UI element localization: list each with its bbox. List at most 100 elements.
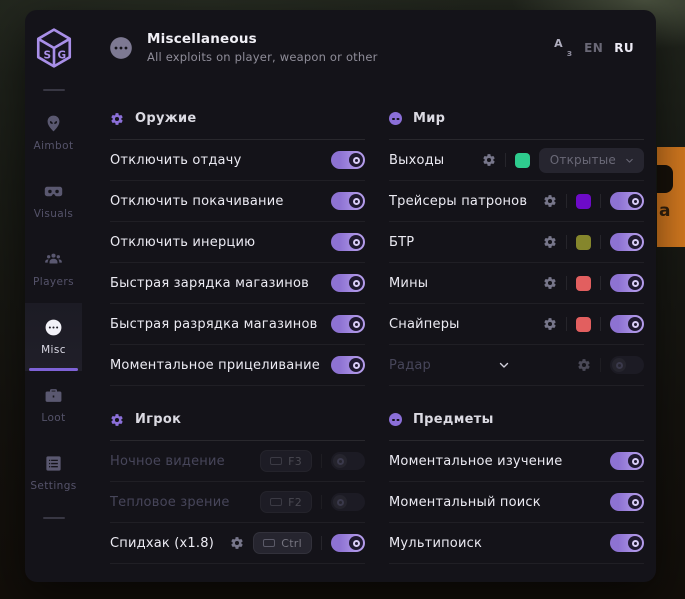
gear-icon[interactable] xyxy=(230,536,244,550)
toggle-knob xyxy=(628,495,642,509)
feature-label: Мины xyxy=(389,276,543,291)
color-swatch[interactable] xyxy=(576,276,591,291)
translate-icon xyxy=(554,39,573,57)
gear-icon xyxy=(110,112,124,126)
dropdown[interactable]: Открытые xyxy=(539,148,644,173)
toggle[interactable] xyxy=(610,493,644,511)
feature-row: Выходы Открытые xyxy=(389,140,644,181)
toggle[interactable] xyxy=(610,452,644,470)
divider xyxy=(566,235,567,249)
background-banner: a xyxy=(657,147,685,247)
toggle[interactable] xyxy=(331,452,365,470)
page-subtitle: All exploits on player, weapon or other xyxy=(147,50,378,64)
toggle-knob xyxy=(612,358,626,372)
toggle[interactable] xyxy=(331,356,365,374)
divider xyxy=(600,358,601,372)
divider xyxy=(600,194,601,208)
cheat-menu-panel: S G Miscellaneous All exploits on player… xyxy=(25,10,656,582)
feature-row: Отключить инерцию xyxy=(110,222,365,263)
gear-icon[interactable] xyxy=(482,153,496,167)
chevron-down-icon[interactable] xyxy=(497,358,511,372)
topbar: S G Miscellaneous All exploits on player… xyxy=(25,10,656,85)
toggle[interactable] xyxy=(331,151,365,169)
alien-icon xyxy=(44,114,63,133)
toggle[interactable] xyxy=(331,192,365,210)
toggle[interactable] xyxy=(610,534,644,552)
toggle[interactable] xyxy=(610,274,644,292)
feature-label: Моментальное прицеливание xyxy=(110,358,331,373)
sidebar-item-aimbot[interactable]: Aimbot xyxy=(25,99,82,167)
page-ellipsis-icon xyxy=(108,35,134,61)
feature-row: БТР xyxy=(389,222,644,263)
color-swatch[interactable] xyxy=(515,153,530,168)
toggle-knob xyxy=(628,454,642,468)
gear-icon[interactable] xyxy=(543,194,557,208)
sidebar-item-label: Players xyxy=(33,276,74,288)
sidebar-item-misc[interactable]: Misc xyxy=(25,303,82,371)
toggle[interactable] xyxy=(331,233,365,251)
section-items: Предметы Моментальное изучение Моменталь… xyxy=(389,412,644,564)
lang-ru-button[interactable]: RU xyxy=(614,41,634,55)
lang-en-button[interactable]: EN xyxy=(584,41,603,55)
feature-row: Моментальное прицеливание xyxy=(110,345,365,386)
briefcase-icon xyxy=(44,386,63,405)
keybind-badge[interactable]: Ctrl xyxy=(253,532,312,554)
color-swatch[interactable] xyxy=(576,317,591,332)
toggle[interactable] xyxy=(331,493,365,511)
feature-label: Спидхак (x1.8) xyxy=(110,536,230,551)
feature-label: Выходы xyxy=(389,153,482,168)
toggle[interactable] xyxy=(610,233,644,251)
feature-row: Трейсеры патронов xyxy=(389,181,644,222)
toggle-knob xyxy=(349,235,363,249)
toggle-knob xyxy=(628,235,642,249)
toggle[interactable] xyxy=(331,315,365,333)
gear-icon[interactable] xyxy=(543,235,557,249)
sidebar-item-players[interactable]: Players xyxy=(25,235,82,303)
sidebar-item-loot[interactable]: Loot xyxy=(25,371,82,439)
sidebar-item-settings[interactable]: Settings xyxy=(25,439,82,507)
keyboard-icon xyxy=(270,457,282,465)
toggle-knob xyxy=(349,276,363,290)
feature-row: Спидхак (x1.8) Ctrl xyxy=(110,523,365,564)
feature-row: Радар xyxy=(389,345,644,386)
toggle[interactable] xyxy=(331,274,365,292)
sidebar-divider xyxy=(43,517,65,519)
gear-icon[interactable] xyxy=(543,276,557,290)
toggle-knob xyxy=(333,495,347,509)
feature-label: БТР xyxy=(389,235,543,250)
banner-glyph xyxy=(657,165,673,193)
toggle[interactable] xyxy=(610,315,644,333)
feature-label: Мультипоиск xyxy=(389,536,610,551)
feature-label: Отключить инерцию xyxy=(110,235,331,250)
section-header: Игрок xyxy=(110,412,365,441)
screen: a S G Miscellaneous All exploits on play… xyxy=(0,0,685,599)
gear-icon[interactable] xyxy=(577,358,591,372)
sg-cube-logo-icon: S G xyxy=(33,26,75,70)
sidebar-divider xyxy=(43,89,65,91)
sidebar-item-label: Aimbot xyxy=(34,140,74,152)
sidebar-item-visuals[interactable]: Visuals xyxy=(25,167,82,235)
feature-label: Трейсеры патронов xyxy=(389,194,543,209)
feature-row: Моментальное изучение xyxy=(389,441,644,482)
color-swatch[interactable] xyxy=(576,194,591,209)
gear-icon[interactable] xyxy=(543,317,557,331)
feature-row: Ночное видение F3 xyxy=(110,441,365,482)
section-world: Мир Выходы Открытые xyxy=(389,111,644,386)
toggle-knob xyxy=(349,194,363,208)
toggle[interactable] xyxy=(610,356,644,374)
divider xyxy=(321,536,322,550)
toggle[interactable] xyxy=(610,192,644,210)
svg-text:G: G xyxy=(57,49,66,61)
feature-label: Тепловое зрение xyxy=(110,495,260,510)
sidebar-item-label: Settings xyxy=(30,480,76,492)
feature-label: Моментальное изучение xyxy=(389,454,610,469)
content: Оружие Отключить отдачу Отключить покачи… xyxy=(82,85,656,582)
feature-row: Быстрая разрядка магазинов xyxy=(110,304,365,345)
color-swatch[interactable] xyxy=(576,235,591,250)
divider xyxy=(600,317,601,331)
logo: S G xyxy=(25,26,82,70)
toggle[interactable] xyxy=(331,534,365,552)
section-header: Мир xyxy=(389,111,644,140)
keybind-badge[interactable]: F3 xyxy=(260,450,312,472)
keybind-badge[interactable]: F2 xyxy=(260,491,312,513)
